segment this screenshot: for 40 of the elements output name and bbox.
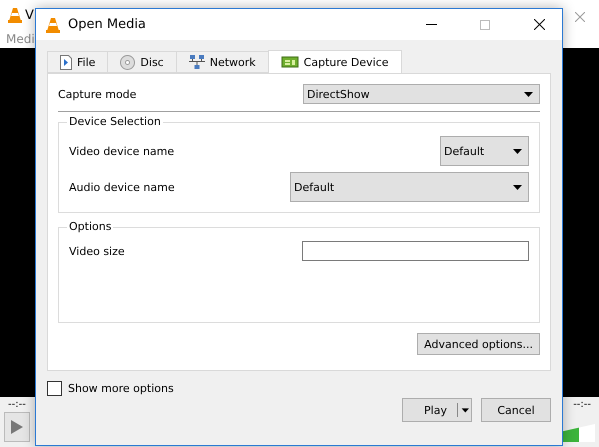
tab[interactable]: Capture Device — [268, 50, 402, 73]
checkbox-label: Show more options — [68, 382, 174, 395]
close-icon — [534, 19, 544, 30]
dropdown-arrow-icon — [524, 92, 533, 96]
file-icon — [60, 54, 72, 70]
disc-icon — [120, 54, 136, 70]
dropdown-arrow-icon — [513, 184, 522, 190]
play-icon — [11, 420, 23, 434]
elapsed-time: --:-- — [8, 399, 26, 410]
caret-icon — [457, 403, 469, 417]
traffic-cone-icon — [8, 7, 22, 23]
audio-device-dropdown[interactable]: Default — [290, 172, 529, 202]
tab[interactable]: File — [47, 51, 108, 73]
group-title: Options — [67, 220, 114, 233]
menu-item[interactable]: Medi — [6, 32, 35, 46]
maximize-icon — [480, 20, 490, 30]
cancel-button[interactable]: Cancel — [481, 398, 551, 422]
field-label: Video size — [69, 244, 125, 258]
total-time: --:-- — [573, 399, 591, 410]
play-split-button[interactable]: Play — [402, 398, 472, 422]
close-icon[interactable] — [575, 12, 585, 22]
video-device-dropdown[interactable]: Default — [440, 136, 529, 166]
traffic-cone-icon — [46, 16, 60, 32]
advanced-options-button[interactable]: Advanced options... — [417, 333, 540, 355]
field-label: Capture mode — [58, 88, 136, 100]
field-label: Audio device name — [69, 180, 175, 194]
field-label: Video device name — [69, 144, 174, 158]
window-title: V — [25, 8, 34, 22]
tab[interactable]: Network — [176, 51, 269, 73]
group-title: Device Selection — [67, 115, 163, 128]
play-button[interactable] — [4, 412, 30, 442]
network-icon — [188, 55, 205, 69]
dropdown-arrow-icon — [513, 148, 522, 154]
checkbox[interactable] — [47, 381, 62, 396]
tab[interactable]: Disc — [107, 51, 177, 73]
minimize-icon — [426, 24, 436, 25]
capture-card-icon — [280, 56, 299, 68]
video-size-field[interactable] — [302, 241, 529, 261]
dialog-title: Open Media — [68, 17, 147, 32]
capture-mode-dropdown[interactable]: DirectShow — [303, 84, 540, 104]
